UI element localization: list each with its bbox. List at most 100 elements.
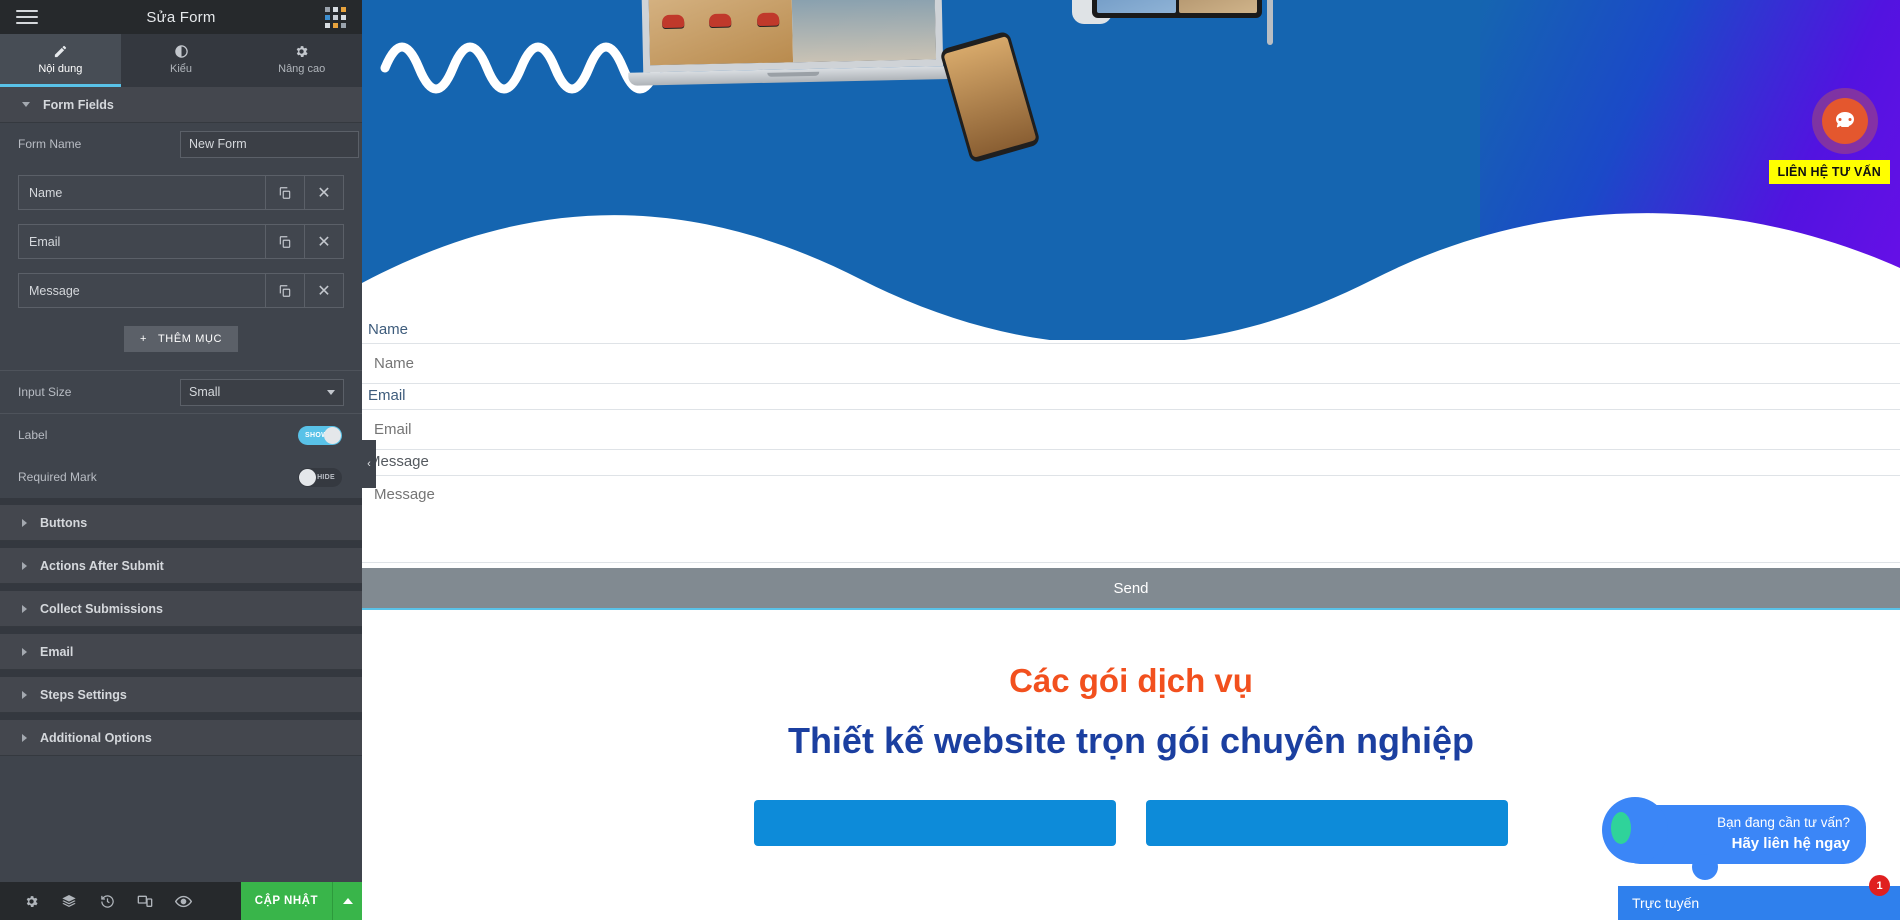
input-size-value: Small [189,385,221,399]
add-item-label: THÊM MỤC [157,333,223,345]
form-input-message[interactable] [362,475,1900,563]
section-form-fields-label: Form Fields [43,97,114,112]
preview-eye-icon[interactable] [164,882,202,920]
contact-call-button[interactable] [1812,88,1878,154]
update-button-group: CẬP NHẬT [240,882,362,920]
gear-icon [294,44,309,59]
panel-collapse-handle[interactable]: ‹ [362,440,376,488]
section-buttons[interactable]: Buttons [0,505,362,541]
close-icon[interactable]: ✕ [304,274,343,307]
input-size-row: Input Size Small [0,371,362,413]
panel-body: Form Fields Form Name Name ✕ Email [0,87,362,882]
section-email[interactable]: Email [0,634,362,670]
update-options-chevron-up-icon[interactable] [332,882,362,920]
chevron-right-icon [22,518,27,527]
section-collect-submissions[interactable]: Collect Submissions [0,591,362,627]
label-toggle-label: Label [18,428,48,442]
copy-icon[interactable] [265,274,304,307]
chat-avatar [1602,797,1668,863]
chat-bubble[interactable]: Bạn đang cần tư vấn? Hãy liên hệ ngay [1602,797,1866,880]
contrast-circle-icon [174,44,189,59]
section-additional-options[interactable]: Additional Options [0,720,362,756]
required-mark-label: Required Mark [18,470,97,484]
chat-line-2: Hãy liên hệ ngay [1731,835,1850,852]
panel-header: Sửa Form [0,0,362,34]
toggle-knob [324,426,341,444]
section-collect-label: Collect Submissions [40,601,163,616]
form-label-message: Message [368,453,429,470]
widgets-grid-icon[interactable] [308,0,362,34]
label-toggle-switch[interactable]: SHOW [298,425,342,445]
field-label: Name [29,185,63,200]
pencil-icon [53,44,68,59]
section-additional-label: Additional Options [40,730,152,745]
add-item-button[interactable]: + THÊM MỤC [123,326,239,352]
panel-tabs: Nội dung Kiểu Nâng cao [0,34,362,87]
section-actions-after-submit[interactable]: Actions After Submit [0,548,362,584]
responsive-icon[interactable] [126,882,164,920]
chat-status-label: Trực tuyến [1632,895,1700,911]
section-buttons-label: Buttons [40,515,88,530]
chat-widget: Bạn đang cần tư vấn? Hãy liên hệ ngay Tr… [1600,797,1900,920]
services-title-blue: Thiết kế website trọn gói chuyên nghiệp [787,720,1475,761]
tab-nang-cao-label: Nâng cao [278,62,326,75]
field-item-message[interactable]: Message ✕ [18,273,344,308]
field-item-name[interactable]: Name ✕ [18,175,344,210]
chat-status-bar[interactable]: Trực tuyến 1 [1618,875,1900,920]
update-button[interactable]: CẬP NHẬT [240,882,332,920]
chat-bubble-tail [1692,854,1718,880]
hero-banner: HYUNDAI TUCSON XE ĐÃ QUA SỬ XE THƯƠNG MẠ… [362,0,1900,340]
field-label: Message [29,283,80,298]
close-icon[interactable]: ✕ [304,176,343,209]
field-label: Email [29,234,61,249]
field-item-email[interactable]: Email ✕ [18,224,344,259]
section-steps-settings[interactable]: Steps Settings [0,677,362,713]
chevron-right-icon [22,647,27,656]
required-mark-toggle-row: Required Mark HIDE [0,456,362,498]
tab-nang-cao[interactable]: Nâng cao [241,34,362,87]
input-size-select[interactable]: Small [180,378,344,406]
chevron-down-icon [327,389,335,395]
panel-footer-toolbar: CẬP NHẬT [0,882,362,920]
required-mark-toggle-switch[interactable]: HIDE [298,467,342,487]
laptop-site-body: XE ĐÃ QUA SỬ XE THƯƠNG MẠI [648,0,937,66]
section-gap [0,627,362,634]
chevron-left-icon: ‹ [367,458,371,470]
plus-icon: + [139,333,147,345]
form-submit-button[interactable]: Send [362,568,1900,610]
section-gap [0,713,362,720]
form-label-email: Email [368,387,406,404]
chevron-right-icon [22,561,27,570]
form-name-row: Form Name [0,123,362,165]
section-actions-label: Actions After Submit [40,558,164,573]
tablet-mockup [1092,0,1262,18]
copy-icon[interactable] [265,225,304,258]
section-steps-label: Steps Settings [40,687,127,702]
layers-icon[interactable] [50,882,88,920]
form-input-name[interactable] [362,343,1900,384]
elementor-editor-panel: Sửa Form Nội dung Kiểu Nâng cao Form Fie… [0,0,362,920]
label-toggle-row: Label SHOW [0,414,362,456]
contact-cta-label[interactable]: LIÊN HỆ TƯ VẤN [1768,160,1890,184]
input-size-label: Input Size [18,385,72,399]
tab-kieu[interactable]: Kiểu [121,34,242,87]
gear-icon[interactable] [12,882,50,920]
section-form-fields[interactable]: Form Fields [0,87,362,123]
form-name-label: Form Name [18,137,82,151]
page-preview: HYUNDAI TUCSON XE ĐÃ QUA SỬ XE THƯƠNG MẠ… [362,0,1900,920]
chevron-right-icon [22,733,27,742]
tab-noi-dung[interactable]: Nội dung [0,34,121,87]
phone-icon [1822,98,1868,144]
close-icon[interactable]: ✕ [304,225,343,258]
service-card[interactable] [1146,800,1508,846]
section-gap [0,498,362,505]
form-input-email[interactable] [362,409,1900,450]
chevron-right-icon [22,690,27,699]
section-email-label: Email [40,644,74,659]
form-name-input[interactable] [180,130,359,158]
history-icon[interactable] [88,882,126,920]
service-card[interactable] [754,800,1116,846]
copy-icon[interactable] [265,176,304,209]
required-mark-state: HIDE [317,473,335,481]
form-fields-list: Name ✕ Email ✕ Message ✕ + THÊM MỤC [0,165,362,370]
